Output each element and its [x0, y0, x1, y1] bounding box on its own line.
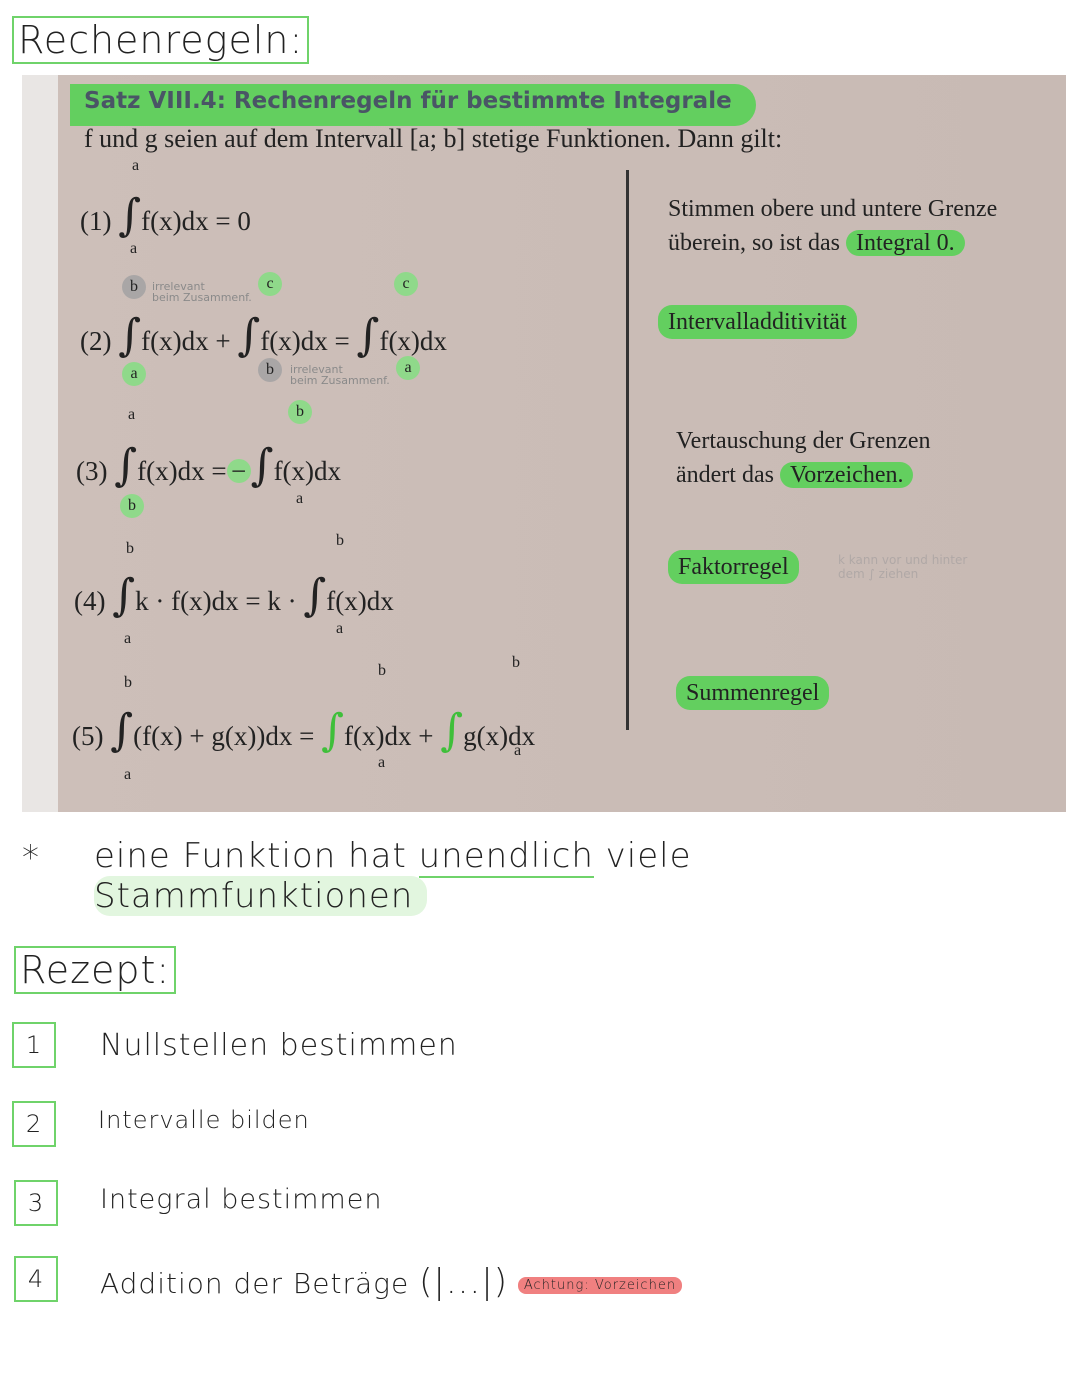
step-number: 3 — [14, 1180, 58, 1226]
divider — [626, 170, 629, 730]
faint-annotation: k kann vor und hinter dem ∫ ziehen — [838, 553, 968, 581]
rule-number: (2) — [80, 326, 112, 356]
satz-title-banner: Satz VIII.4: Rechenregeln für bestimmte … — [70, 84, 756, 126]
upper-limit: c — [258, 272, 282, 296]
lower-limit: a — [396, 356, 420, 380]
rule-number: (3) — [76, 456, 108, 486]
highlight: Vorzeichen. — [779, 462, 914, 488]
rule-2: (2) ∫f(x)dx + ∫f(x)dx = ∫f(x)dx — [80, 310, 447, 361]
integral-sign: ∫ — [110, 705, 134, 756]
lower-limit: a — [378, 754, 386, 771]
lower-limit: a — [124, 766, 132, 783]
step-text: Nullstellen bestimmen — [100, 1028, 458, 1063]
highlighted-text: Stammfunktionen — [94, 876, 428, 916]
annotation: irrelevant beim Zusammenf. — [152, 281, 252, 303]
upper-limit: c — [394, 272, 418, 296]
absolute-value-notation: (|...|) — [419, 1262, 508, 1302]
upper-limit: b — [122, 275, 146, 299]
label-faktorregel: Faktorregel — [668, 550, 799, 584]
label-summenregel: Summenregel — [676, 676, 830, 710]
upper-limit: b — [336, 532, 344, 549]
formula: f(x)dx — [379, 326, 447, 356]
rule-1-description: Stimmen obere und untere Grenze überein,… — [668, 192, 997, 260]
lower-limit: b — [120, 494, 144, 518]
integral-sign: ∫ — [303, 570, 327, 621]
lower-limit: a — [336, 620, 344, 637]
upper-limit: b — [512, 654, 520, 671]
note-text: eine Funktion hat — [94, 836, 419, 876]
upper-limit: b — [378, 662, 386, 679]
lower-limit: a — [122, 362, 146, 386]
step-number: 1 — [12, 1022, 56, 1068]
step-text: Integral bestimmen — [100, 1184, 383, 1215]
rule-number: (4) — [74, 586, 106, 616]
integral-sign: ∫ — [237, 310, 261, 361]
intro-text: f und g seien auf dem Intervall [a; b] s… — [84, 124, 783, 153]
integral-sign: ∫ — [118, 190, 142, 241]
warning-badge: Achtung: Vorzeichen — [517, 1276, 683, 1294]
rule-3: (3) ∫f(x)dx = −∫f(x)dx — [76, 440, 341, 491]
step-text: Intervalle bilden — [98, 1106, 310, 1134]
step-4-row: Addition der Beträge (|...|) Achtung: Vo… — [100, 1262, 683, 1302]
rule-number: (5) — [72, 721, 104, 751]
note-stammfunktionen: eine Funktion hat unendlich viele Stammf… — [94, 836, 692, 916]
underlined-text: unendlich — [418, 836, 594, 878]
rule-4: (4) ∫k · f(x)dx = k · ∫f(x)dx — [74, 570, 394, 621]
integral-sign: ∫ — [118, 310, 142, 361]
formula: f(x)dx = — [137, 456, 227, 486]
note-text: viele — [593, 836, 692, 876]
upper-limit: b — [288, 400, 312, 424]
integral-sign: ∫ — [114, 440, 138, 491]
step-number: 4 — [14, 1256, 58, 1302]
lower-limit: a — [514, 742, 522, 759]
rule-5: (5) ∫(f(x) + g(x))dx = ∫f(x)dx + ∫g(x)dx — [72, 705, 535, 756]
integral-sign: ∫ — [321, 705, 345, 756]
note: beim Zusammenf. — [290, 374, 390, 387]
formula: f(x)dx — [273, 456, 342, 486]
rule-number: (1) — [80, 206, 112, 236]
integral-sign: ∫ — [250, 440, 274, 491]
integral-sign: ∫ — [356, 310, 380, 361]
heading-rechenregeln: Rechenregeln: — [12, 16, 310, 64]
integral-sign: ∫ — [112, 570, 136, 621]
formula: f(x)dx + — [344, 721, 434, 751]
integral-sign: ∫ — [440, 705, 464, 756]
formula: k · f(x)dx = k · — [135, 586, 297, 616]
upper-limit: b — [124, 674, 132, 691]
satz-title: Satz VIII.4: Rechenregeln für bestimmte … — [84, 88, 732, 114]
formula: f(x)dx = 0 — [141, 206, 251, 236]
upper-limit: a — [132, 157, 140, 174]
desc-line: überein, so ist das — [668, 230, 846, 256]
annotation: irrelevant beim Zusammenf. — [290, 364, 390, 386]
lower-limit: a — [124, 630, 132, 647]
lower-limit: a — [130, 240, 138, 257]
heading-rezept: Rezept: — [14, 946, 177, 994]
desc-line: Vertauschung der Grenzen — [676, 428, 931, 454]
highlight: Integral 0. — [845, 230, 965, 256]
desc-line: Stimmen obere und untere Grenze — [668, 196, 998, 222]
desc-line: ändert das — [676, 462, 780, 488]
lower-limit: a — [296, 490, 304, 507]
formula: f(x)dx = — [260, 326, 350, 356]
formula: g(x)dx — [463, 721, 536, 751]
note: beim Zusammenf. — [152, 291, 252, 304]
minus-sign: − — [226, 458, 251, 485]
formula: f(x)dx + — [141, 326, 231, 356]
label-intervalladditivitaet: Intervalladditivität — [658, 305, 857, 339]
rule-3-description: Vertauschung der Grenzen ändert das Vorz… — [676, 424, 931, 492]
rule-1: (1) ∫f(x)dx = 0 — [80, 190, 251, 241]
lower-limit: b — [258, 358, 282, 382]
step-text: Addition der Beträge — [100, 1267, 410, 1300]
formula: f(x)dx — [326, 586, 394, 616]
step-number: 2 — [12, 1101, 56, 1147]
bullet-star: * — [22, 838, 40, 878]
formula: (f(x) + g(x))dx = — [133, 721, 315, 751]
upper-limit: a — [128, 406, 136, 423]
upper-limit: b — [126, 540, 134, 557]
